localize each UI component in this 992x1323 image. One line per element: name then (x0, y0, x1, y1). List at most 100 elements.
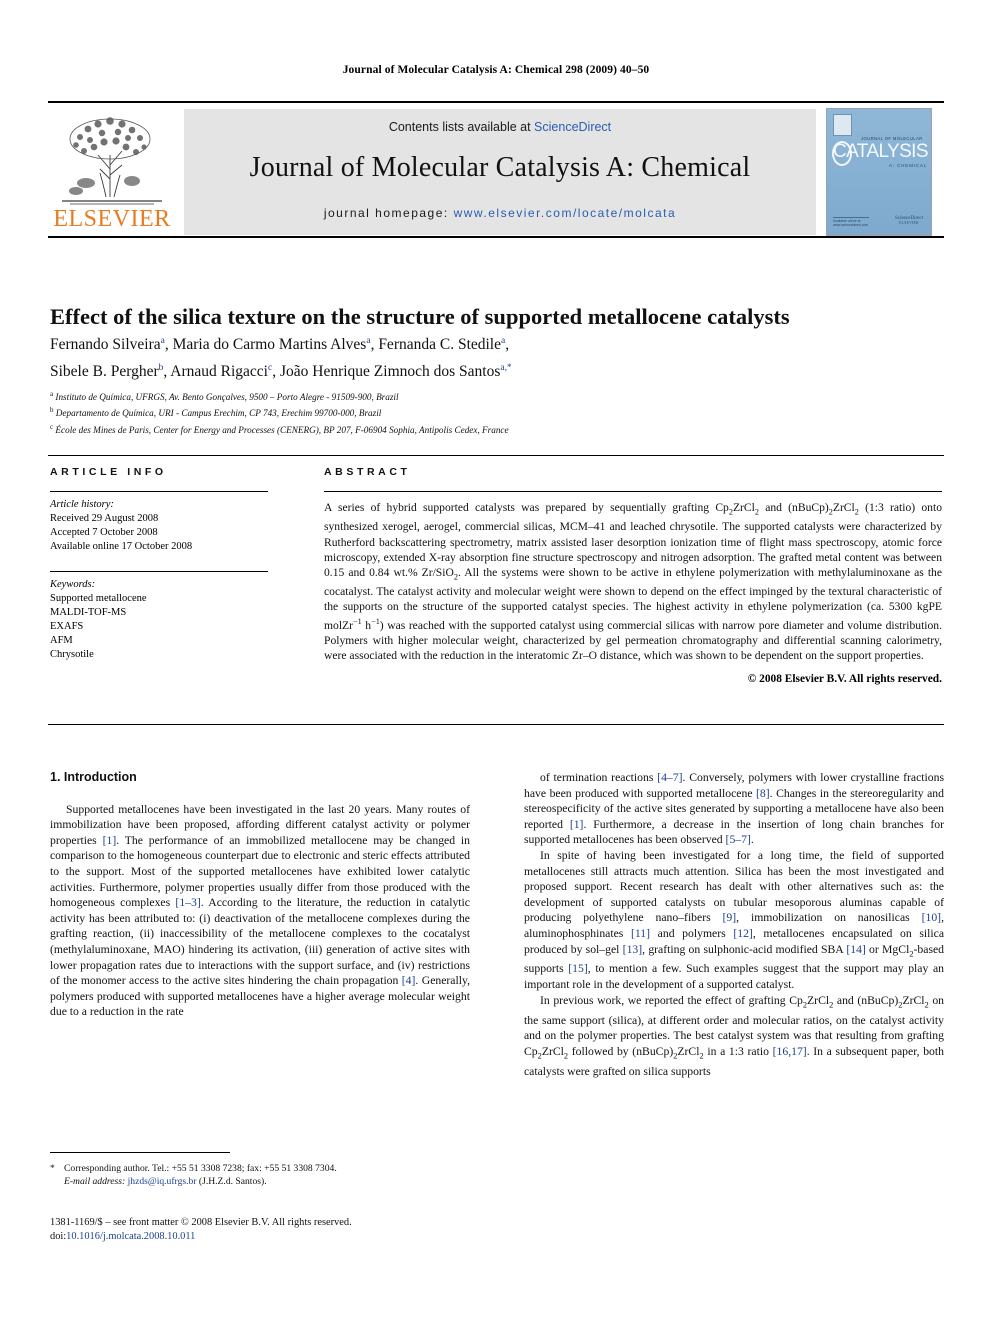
sciencedirect-link[interactable]: ScienceDirect (534, 120, 611, 134)
corresponding-author-footnote: * Corresponding author. Tel.: +55 51 330… (50, 1162, 472, 1188)
citation-ref[interactable]: [9] (723, 911, 737, 924)
text-seg: , to mention a few. Such examples sugges… (524, 962, 944, 992)
abstract-seg: and (nBuCp) (758, 501, 829, 514)
elsevier-wordmark: ELSEVIER (53, 206, 171, 232)
cover-elsevier-word: ELSEVIER (899, 221, 919, 225)
doi-label: doi: (50, 1231, 67, 1242)
journal-homepage-line: journal homepage: www.elsevier.com/locat… (184, 206, 816, 220)
affil-mark-corresponding: a,* (500, 362, 512, 374)
history-item: Received 29 August 2008 (50, 513, 159, 524)
citation-ref[interactable]: [13] (623, 943, 642, 956)
author-name: , João Henrique Zimnoch dos Santos (272, 363, 501, 381)
cover-subtitle: A: CHEMICAL (889, 163, 928, 168)
citation-ref[interactable]: [8] (756, 787, 770, 800)
affil-mark: a (501, 336, 506, 346)
citation-ref[interactable]: [14] (846, 943, 865, 956)
footnote-divider (50, 1152, 230, 1153)
affiliation-text: Departamento de Química, URI - Campus Er… (55, 408, 382, 419)
paragraph: Supported metallocenes have been investi… (50, 802, 470, 1020)
citation-ref[interactable]: [12] (733, 927, 752, 940)
author-name: Fernando Silveira (50, 336, 161, 354)
citation-ref[interactable]: [1] (570, 818, 584, 831)
text-seg: In previous work, we reported the effect… (540, 993, 803, 1007)
homepage-link[interactable]: www.elsevier.com/locate/molcata (454, 206, 677, 220)
abstract-text: A series of hybrid supported catalysts w… (324, 500, 942, 663)
body-column-right: of termination reactions [4–7]. Converse… (524, 770, 944, 1079)
citation-ref[interactable]: [11] (631, 927, 650, 940)
copyright-line: © 2008 Elsevier B.V. All rights reserved… (747, 673, 942, 686)
footnote-text: Corresponding author. Tel.: +55 51 3308 … (64, 1163, 337, 1174)
homepage-label: journal homepage: (323, 206, 449, 220)
cover-elsevier-mark (833, 114, 852, 136)
author-name: , Maria do Carmo Martins Alves (164, 336, 367, 354)
email-label: E-mail address: (64, 1176, 126, 1187)
citation-ref[interactable]: [1–3] (175, 896, 200, 909)
text-seg: and polymers (650, 926, 734, 940)
elsevier-tree-icon (62, 117, 162, 205)
text-seg: and (nBuCp) (833, 993, 899, 1007)
affiliation-item: c École des Mines de Paris, Center for E… (50, 421, 944, 437)
citation-ref[interactable]: [4–7] (657, 771, 682, 784)
section-heading-introduction: 1. Introduction (50, 770, 137, 784)
affiliation-item: a Instituto de Química, UFRGS, Av. Bento… (50, 388, 944, 404)
citation-ref[interactable]: [1] (103, 834, 117, 847)
keywords-label: Keywords: (50, 578, 96, 590)
history-item: Accepted 7 October 2008 (50, 527, 158, 539)
text-seg: , grafting on sulphonic-acid modified SB… (642, 942, 847, 956)
info-abstract-band: ARTICLE INFO Article history: Received 2… (48, 455, 944, 725)
article-history-label: Article history: (50, 499, 114, 510)
affiliation-item: b Departamento de Química, URI - Campus … (50, 404, 944, 420)
affiliation-text: École des Mines de Paris, Center for Ene… (55, 424, 509, 435)
citation-ref[interactable]: [10] (922, 911, 941, 924)
keywords-list: Supported metallocene MALDI-TOF-MS EXAFS… (50, 592, 280, 663)
doi-line: doi:10.1016/j.molcata.2008.10.011 (50, 1230, 490, 1244)
imprint-block: 1381-1169/$ – see front matter © 2008 El… (50, 1216, 490, 1244)
citation-ref[interactable]: [5–7] (726, 833, 751, 846)
contents-available-line: Contents lists available at ScienceDirec… (184, 120, 816, 134)
page-title: Effect of the silica texture on the stru… (50, 304, 790, 330)
affiliation-list: a Instituto de Química, UFRGS, Av. Bento… (50, 388, 944, 437)
abstract-seg: ZrCl (832, 501, 855, 514)
footnote-body: Corresponding author. Tel.: +55 51 3308 … (50, 1162, 472, 1188)
divider (324, 491, 942, 492)
cover-footer-right: ScienceDirect ELSEVIER (895, 216, 923, 225)
article-info-heading: ARTICLE INFO (50, 466, 167, 478)
contents-prefix: Contents lists available at (388, 120, 535, 134)
divider (50, 570, 268, 572)
keyword-item: EXAFS (50, 621, 84, 633)
email-link[interactable]: jhzds@iq.ufrgs.br (128, 1176, 197, 1187)
text-seg: ZrCl (677, 1044, 700, 1058)
text-seg: ZrCl (541, 1044, 564, 1058)
doi-link[interactable]: 10.1016/j.molcata.2008.10.011 (66, 1231, 195, 1242)
journal-title: Journal of Molecular Catalysis A: Chemic… (249, 152, 751, 183)
text-seg: or MgCl (865, 942, 910, 956)
text-seg: ZrCl (902, 993, 925, 1007)
masthead-center-panel: Contents lists available at ScienceDirec… (184, 109, 816, 235)
cover-footer-left: Available online at www.sciencedirect.co… (833, 217, 869, 227)
author-list: Fernando Silveira a , Maria do Carmo Marti… (50, 336, 512, 381)
text-seg: of termination reactions (540, 771, 658, 784)
article-history-list: Received 29 August 2008 Accepted 7 Octob… (50, 512, 280, 555)
formula-sup: −1 (352, 617, 362, 627)
abstract-heading: ABSTRACT (324, 466, 411, 478)
body-column-left: 1. Introduction Supported metallocenes h… (50, 770, 470, 1020)
citation-ref[interactable]: [16,17] (773, 1045, 807, 1058)
keyword-item: Supported metallocene (50, 592, 147, 604)
abstract-seg: ZrCl (732, 501, 755, 514)
citation-ref[interactable]: [4] (402, 974, 416, 987)
text-seg: . (750, 833, 754, 847)
abstract-seg: ) was reached with the supported catalys… (324, 619, 943, 663)
cover-title: CATALYSIS (833, 141, 929, 162)
article-page: Journal of Molecular Catalysis A: Chemic… (0, 0, 992, 1323)
text-seg: ZrCl (807, 993, 830, 1007)
email-owner: (J.H.Z.d. Santos). (198, 1176, 267, 1187)
journal-cover-thumbnail[interactable]: JOURNAL OF MOLECULAR CATALYSIS A: CHEMIC… (826, 108, 932, 236)
abstract-column: ABSTRACT A series of hybrid supported ca… (324, 466, 942, 685)
affil-mark: b (50, 406, 54, 415)
author-name: , Arnaud Rigacci (163, 363, 268, 381)
text-seg: , immobilization on nanosilicas (736, 911, 922, 925)
citation-ref[interactable]: [15] (568, 962, 587, 975)
journal-masthead: ELSEVIER Contents lists available at Sci… (48, 101, 944, 238)
paragraph: In spite of having been investigated for… (524, 848, 944, 993)
